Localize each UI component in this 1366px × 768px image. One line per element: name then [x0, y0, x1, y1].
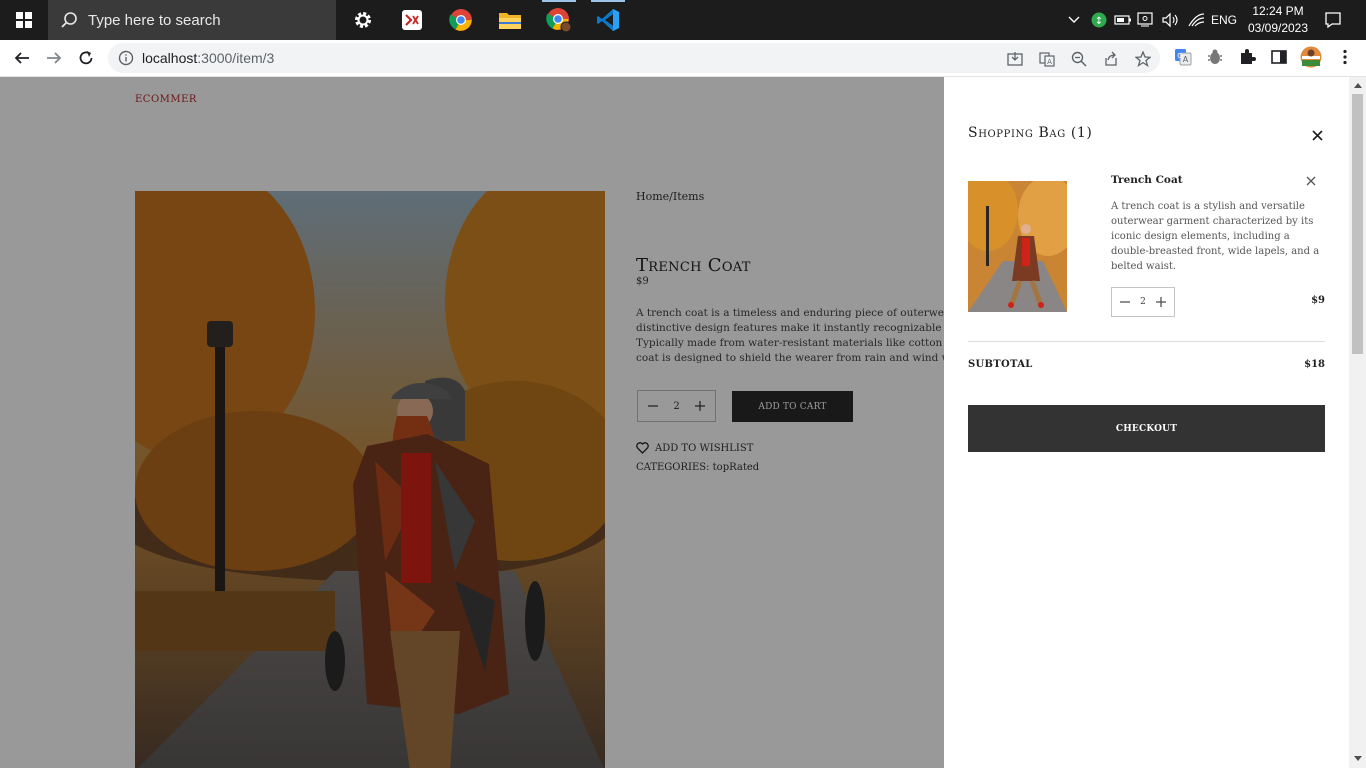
minus-icon[interactable]	[1120, 297, 1130, 307]
settings-app-button[interactable]	[340, 0, 386, 40]
cart-item-photo	[968, 181, 1067, 312]
profile-avatar[interactable]	[1300, 46, 1322, 68]
close-icon	[1306, 176, 1316, 186]
product-page: ECOMMER Home/Items Trench Coat $9 A tren…	[0, 77, 956, 768]
cart-quantity-value: 2	[1140, 297, 1146, 307]
clock-date: 03/09/2023	[1247, 21, 1309, 35]
scroll-up-arrow-icon[interactable]	[1353, 81, 1362, 90]
wifi-icon[interactable]	[1185, 0, 1207, 40]
drawer-backdrop[interactable]	[0, 77, 944, 768]
browser-toolbar: localhost:3000/item/3 A AG	[0, 40, 1366, 77]
windows-taskbar: Type here to search ↕ ENG 12:24 PM 03/09…	[0, 0, 1366, 40]
clock-time: 12:24 PM	[1252, 4, 1304, 18]
scrollbar-thumb[interactable]	[1352, 94, 1363, 354]
translate-icon[interactable]: A	[1038, 50, 1056, 68]
show-hidden-icons-button[interactable]	[1066, 0, 1082, 40]
extensions-puzzle-icon[interactable]	[1236, 46, 1258, 68]
language-indicator[interactable]: ENG	[1209, 0, 1239, 40]
svg-text:G: G	[1177, 52, 1182, 60]
cart-item-name: Trench Coat	[1111, 174, 1183, 186]
cart-item-price: $9	[1311, 295, 1325, 306]
translate-extension-icon[interactable]: AG	[1172, 46, 1194, 68]
url-host: localhost	[142, 50, 198, 66]
display-icon[interactable]	[1136, 0, 1156, 40]
arrow-left-icon	[14, 52, 29, 64]
chrome-profile-app-button[interactable]	[536, 0, 582, 40]
cart-item-image	[968, 181, 1067, 312]
start-button[interactable]	[0, 0, 48, 40]
cart-quantity-stepper: 2	[1111, 287, 1175, 317]
url-path: :3000/item/3	[197, 50, 275, 66]
chrome-app-button[interactable]	[438, 0, 484, 40]
install-app-icon[interactable]	[1006, 50, 1024, 68]
shopping-bag-title: Shopping Bag (1)	[968, 125, 1093, 141]
close-icon	[1311, 129, 1323, 141]
forward-button[interactable]	[40, 44, 68, 72]
remove-item-button[interactable]	[1303, 173, 1319, 189]
arrow-right-icon	[47, 52, 62, 64]
gear-icon	[355, 12, 371, 28]
chevron-up-icon	[1068, 16, 1080, 23]
web-page: ECOMMER Home/Items Trench Coat $9 A tren…	[0, 77, 1366, 768]
search-icon	[61, 12, 77, 28]
subtotal-value: $18	[1304, 359, 1325, 370]
sync-status-icon[interactable]: ↕	[1089, 0, 1109, 40]
notification-center-button[interactable]	[1318, 0, 1348, 40]
vscode-app-button[interactable]	[585, 0, 631, 40]
share-icon[interactable]	[1102, 50, 1120, 68]
bug-extension-icon[interactable]	[1204, 46, 1226, 68]
zoom-out-icon[interactable]	[1070, 50, 1088, 68]
windows-logo-icon	[16, 12, 32, 28]
taskbar-search-box[interactable]: Type here to search	[48, 0, 336, 40]
taskbar-clock[interactable]: 12:24 PM 03/09/2023	[1244, 3, 1312, 37]
close-drawer-button[interactable]	[1307, 125, 1327, 145]
notification-icon	[1325, 12, 1341, 29]
file-explorer-app-button[interactable]	[487, 0, 533, 40]
divider	[968, 341, 1325, 342]
folder-icon	[499, 13, 521, 29]
taskbar-search-placeholder: Type here to search	[88, 11, 221, 29]
address-bar[interactable]: localhost:3000/item/3 A	[108, 43, 1160, 73]
vscode-icon	[597, 9, 619, 31]
subtotal-label: SUBTOTAL	[968, 359, 1033, 370]
svg-text:A: A	[1183, 55, 1189, 64]
reload-button[interactable]	[72, 44, 100, 72]
browser-menu-icon[interactable]	[1334, 46, 1356, 68]
reload-icon	[79, 51, 93, 65]
plus-icon[interactable]	[1155, 297, 1166, 307]
site-info-icon[interactable]	[118, 50, 134, 66]
chrome-profile-icon	[546, 8, 572, 33]
svg-text:↕: ↕	[1095, 16, 1103, 27]
scroll-down-arrow-icon[interactable]	[1353, 754, 1362, 763]
app-tile-icon	[402, 10, 422, 30]
svg-text:A: A	[1047, 58, 1052, 66]
back-button[interactable]	[8, 44, 36, 72]
chrome-icon	[449, 9, 472, 31]
bookmark-star-icon[interactable]	[1134, 50, 1152, 68]
cart-item-description: A trench coat is a stylish and versatile…	[1111, 201, 1320, 272]
page-scrollbar[interactable]	[1349, 77, 1366, 768]
side-panel-icon[interactable]	[1268, 46, 1290, 68]
volume-icon[interactable]	[1159, 0, 1181, 40]
battery-icon[interactable]	[1113, 0, 1133, 40]
checkout-button[interactable]: CHECKOUT	[968, 405, 1325, 452]
shopping-bag-drawer: Shopping Bag (1) Trench Coat A trench co…	[944, 77, 1349, 768]
testing-app-button[interactable]	[389, 0, 435, 40]
